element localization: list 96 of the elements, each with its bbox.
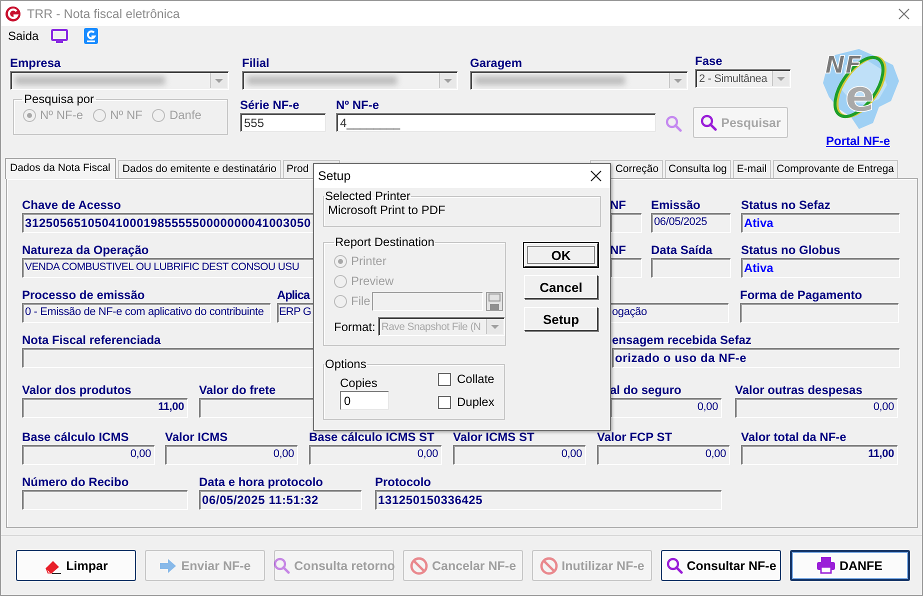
window-title: TRR - Nota fiscal eletrônica xyxy=(27,6,180,20)
monitor-icon[interactable] xyxy=(50,28,68,42)
dropdown[interactable] xyxy=(470,71,688,90)
tab[interactable]: E-mail xyxy=(732,160,771,178)
group-title: Selected Printer xyxy=(324,189,412,203)
text-field[interactable]: 11,00 xyxy=(741,445,898,465)
text-field[interactable]: 4________ xyxy=(336,113,656,132)
arrow-right-icon xyxy=(159,558,178,572)
text-field[interactable]: 0,00 xyxy=(309,445,442,465)
field-label: Protocolo xyxy=(375,475,432,489)
field-label: Valor FCP ST xyxy=(597,430,674,444)
text-field[interactable]: 11,00 xyxy=(22,398,188,418)
field-label: Forma de Pagamento xyxy=(740,288,864,302)
text-field[interactable]: 0,00 xyxy=(453,445,586,465)
portal-link[interactable]: Portal NF-e xyxy=(826,134,890,148)
group-title: Pesquisa por xyxy=(23,92,96,106)
field-label: Garagem xyxy=(470,56,524,70)
setup-button[interactable]: Setup xyxy=(524,307,598,331)
search-icon[interactable] xyxy=(665,115,682,132)
field-label: Aplica xyxy=(277,288,311,302)
dropdown[interactable] xyxy=(242,71,458,90)
app-logo-icon xyxy=(5,6,21,22)
text-field[interactable]: 0,00 xyxy=(597,445,730,465)
text-field[interactable] xyxy=(651,258,731,278)
field-label: Empresa xyxy=(10,56,62,70)
text-field[interactable] xyxy=(610,258,642,278)
text-field[interactable]: 555 xyxy=(240,113,326,132)
field-label: Fase xyxy=(695,54,724,68)
group-title: Report Destination xyxy=(334,235,436,249)
field-label: Nota Fiscal referenciada xyxy=(22,333,162,347)
text-field[interactable] xyxy=(22,490,188,510)
field-label: Série NF-e xyxy=(240,98,300,112)
search-icon xyxy=(273,557,290,574)
field-label: Base cálculo ICMS ST xyxy=(309,430,436,444)
clear-button[interactable]: Limpar xyxy=(16,550,136,581)
text-field[interactable]: 0,00 xyxy=(165,445,298,465)
field-label: Processo de emissão xyxy=(22,288,146,302)
text-field[interactable]: 0 - Emissão de NF-e com aplicativo do contribuinte xyxy=(22,303,271,323)
search-icon xyxy=(700,114,718,131)
query-invoice-button[interactable]: Consultar NF-e xyxy=(661,550,781,581)
app-icon[interactable] xyxy=(84,28,98,44)
field-label: NF xyxy=(610,198,627,212)
text-field[interactable]: Ativa xyxy=(741,213,900,233)
prohibited-icon xyxy=(410,556,428,574)
field-label: Valor total da NF-e xyxy=(741,430,848,444)
text-field[interactable]: Ativa xyxy=(741,258,900,278)
text-field[interactable]: 0,00 xyxy=(610,398,722,418)
field-label: Data e hora protocolo xyxy=(199,475,324,489)
field-label: Valor ICMS ST xyxy=(453,430,536,444)
field-label: Format: xyxy=(334,320,376,334)
text-field[interactable]: orizado o uso da NF-e xyxy=(612,348,900,368)
printer-icon xyxy=(817,557,836,574)
field-label: Status no Sefaz xyxy=(741,198,832,212)
search-icon xyxy=(666,557,683,574)
cancel-button[interactable]: Cancel xyxy=(524,275,598,299)
field-label: al do seguro xyxy=(610,383,682,397)
tab[interactable]: Consulta log xyxy=(664,160,731,178)
text-field[interactable]: 0,00 xyxy=(22,445,155,465)
field-label: Valor ICMS xyxy=(165,430,229,444)
dropdown[interactable] xyxy=(10,71,229,90)
dropdown[interactable]: 2 - Simultânea xyxy=(695,69,791,88)
print-danfe-button[interactable]: DANFE xyxy=(790,550,910,581)
field-label: Natureza da Operação xyxy=(22,243,150,257)
field-label: Valor outras despesas xyxy=(735,383,864,397)
field-label: Emissão xyxy=(651,198,702,212)
text-field[interactable]: ogação xyxy=(609,303,729,323)
field-label: Copies xyxy=(340,376,378,390)
tab[interactable]: Comprovante de Entrega xyxy=(772,160,898,178)
text-field[interactable]: 0 xyxy=(340,391,389,410)
tab[interactable]: Dados do emitente e destinatário xyxy=(118,160,280,178)
field-label: NF xyxy=(610,243,627,257)
text-field[interactable]: 0,00 xyxy=(735,398,898,418)
ok-button[interactable]: OK xyxy=(524,243,598,267)
field-label: Valor do frete xyxy=(199,383,277,397)
field-label: Base cálculo ICMS xyxy=(22,430,130,444)
text-field[interactable]: 131250150336425 xyxy=(375,490,722,510)
field-label: Filial xyxy=(242,56,270,70)
text-field[interactable]: 06/05/2025 11:51:32 xyxy=(199,490,362,510)
field-label: ensagem recebida Sefaz xyxy=(612,333,752,347)
group-title: Options xyxy=(324,357,368,371)
field-label: Status no Globus xyxy=(741,243,842,257)
menu-item[interactable]: Saida xyxy=(8,28,39,42)
text-field[interactable] xyxy=(740,303,899,323)
prohibited-icon xyxy=(540,556,558,574)
text-field[interactable] xyxy=(610,213,642,233)
checkbox[interactable]: Duplex xyxy=(438,395,494,409)
tab[interactable]: Dados da Nota Fiscal xyxy=(5,158,116,179)
field-label: Data Saída xyxy=(651,243,714,257)
field-label: Chave de Acesso xyxy=(22,198,122,212)
close-icon[interactable] xyxy=(590,170,602,182)
printer-name: Microsoft Print to PDF xyxy=(327,203,446,217)
field-label: Valor dos produtos xyxy=(22,383,132,397)
checkbox[interactable]: Collate xyxy=(438,372,494,386)
text-field[interactable]: 06/05/2025 xyxy=(651,213,731,233)
field-label: Número do Recibo xyxy=(22,475,130,489)
field-label: Nº NF-e xyxy=(336,98,380,112)
